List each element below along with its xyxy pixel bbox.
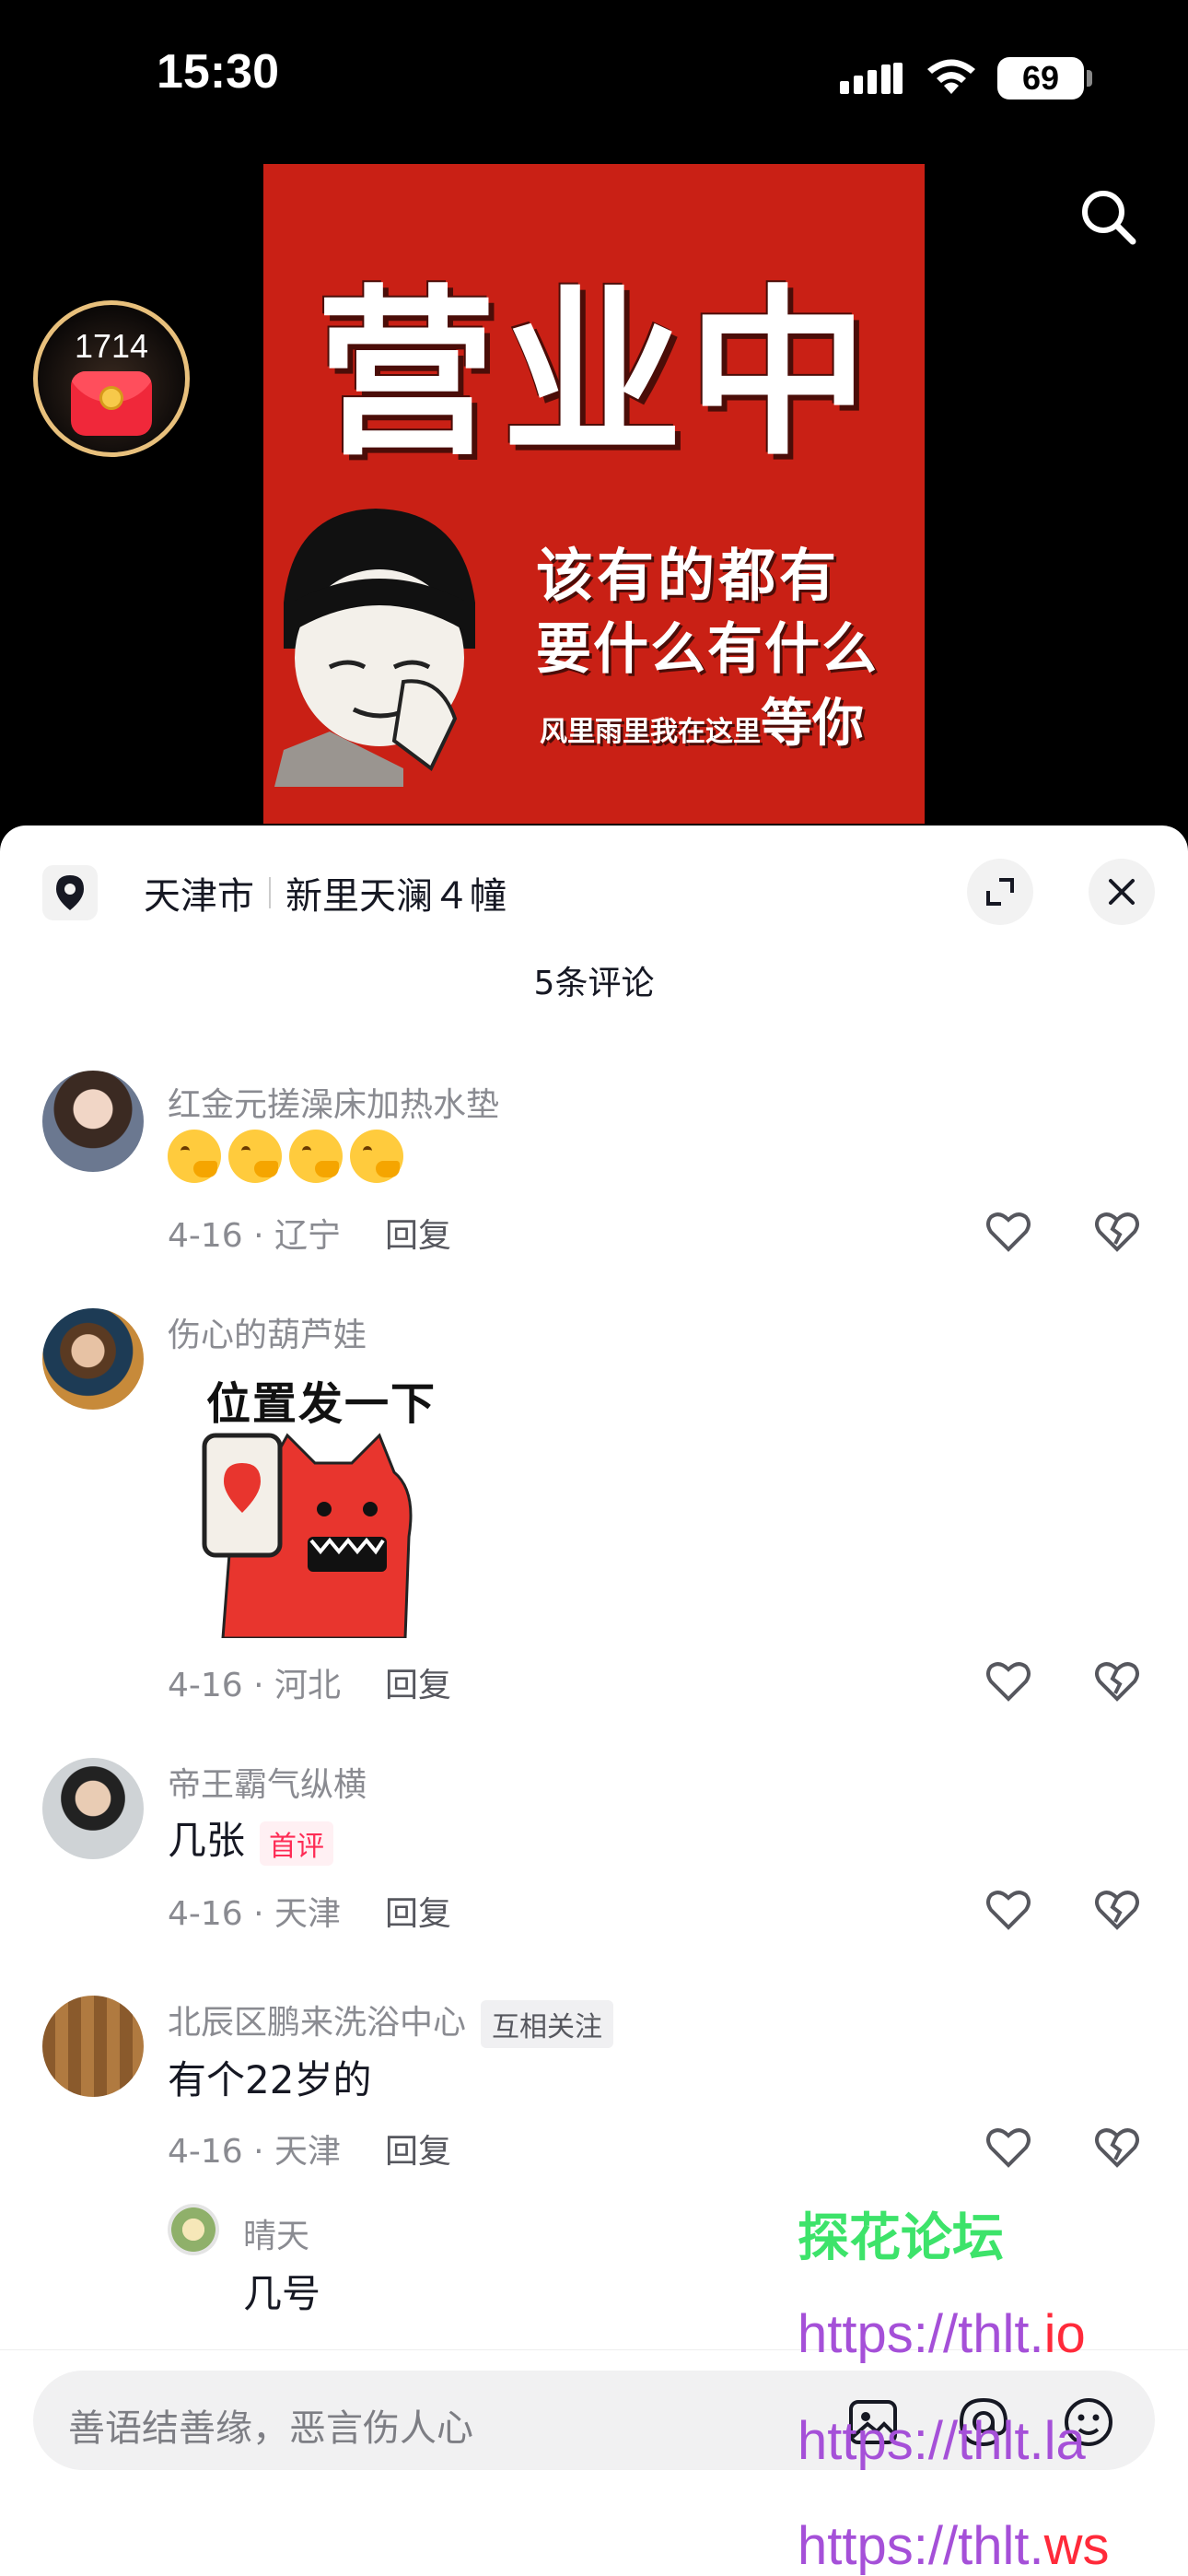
broken-heart-icon[interactable] — [1092, 1885, 1142, 1935]
heart-icon[interactable] — [984, 1207, 1033, 1257]
comment-date-location: 4-16 · 辽宁 — [168, 1217, 342, 1255]
poster-line-1: 该有的都有 — [536, 542, 841, 609]
comment-username[interactable]: 红金元搓澡床加热水垫 — [168, 1078, 499, 1126]
location-place: 新里天澜４幢 — [285, 875, 507, 918]
avatar[interactable] — [168, 2204, 219, 2255]
comment-sticker[interactable]: 位置发一下 — [168, 1362, 440, 1638]
watermark-url-2: https://thlt.la — [798, 2411, 1086, 2471]
poster-headline: 营业中 — [315, 270, 874, 480]
comment-emojis — [168, 1130, 411, 1183]
comment-username[interactable]: 帝王霸气纵横 — [168, 1758, 367, 1806]
location-divider — [269, 877, 271, 908]
poster-line-3-small: 风里雨里我在这里 — [540, 716, 761, 748]
location-pin-icon — [42, 865, 98, 920]
comment-item: 帝王霸气纵横 几张 首评 4-16 · 天津 回复 — [0, 1758, 1188, 1961]
sub-reply-text: 几号 — [243, 2271, 321, 2316]
comment-date-location: 4-16 · 天津 — [168, 2133, 342, 2171]
wifi-icon — [927, 59, 975, 94]
poster-line-2: 要什么有什么 — [536, 617, 879, 682]
broken-heart-icon[interactable] — [1092, 1207, 1142, 1257]
reply-button[interactable]: 回复 — [385, 1658, 451, 1706]
comment-item: 红金元搓澡床加热水垫 4-16 · 辽宁 回复 — [0, 1071, 1188, 1292]
red-packet-widget[interactable]: 1714 — [33, 300, 190, 457]
reply-button[interactable]: 回复 — [385, 2125, 451, 2172]
comment-username[interactable]: 北辰区鹏来洗浴中心 — [168, 2004, 466, 2042]
close-button[interactable] — [1089, 859, 1155, 925]
red-packet-count: 1714 — [74, 327, 149, 365]
status-time: 15:30 — [157, 45, 279, 99]
poster-line-3: 风里雨里我在这里等你 — [540, 682, 864, 756]
location-row[interactable]: 天津市 新里天澜４幢 — [42, 864, 507, 921]
search-icon[interactable] — [1076, 184, 1142, 251]
watermark-url-1: https://thlt.io — [798, 2304, 1086, 2364]
expand-icon — [986, 878, 1014, 906]
red-envelope-icon — [71, 371, 152, 436]
comment-username-row: 北辰区鹏来洗浴中心 互相关注 — [168, 1996, 614, 2048]
heart-icon[interactable] — [984, 1657, 1033, 1706]
watermark-url-3: https://thlt.ws — [798, 2516, 1110, 2576]
comment-input-placeholder: 善语结善缘，恶言伤人心 — [68, 2407, 473, 2450]
comment-username[interactable]: 伤心的葫芦娃 — [168, 1308, 367, 1356]
comment-text-row: 几张 首评 — [168, 1809, 334, 1866]
mutual-follow-badge: 互相关注 — [481, 2000, 614, 2048]
comment-text: 有个22岁的 — [168, 2057, 372, 2102]
reply-button[interactable]: 回复 — [385, 1887, 451, 1935]
poster-line-3-big: 等你 — [761, 694, 864, 754]
heart-icon[interactable] — [984, 2123, 1033, 2172]
red-monster-sticker-illustration — [202, 1433, 413, 1638]
thinking-emoji-icon — [168, 1130, 221, 1183]
comment-count: 5条评论 — [533, 965, 655, 1002]
close-icon — [1109, 879, 1135, 905]
comment-item: 伤心的葫芦娃 位置发一下 4-16 · 河北 回复 — [0, 1308, 1188, 1714]
sub-reply-username[interactable]: 晴天 — [243, 2209, 309, 2257]
broken-heart-icon[interactable] — [1092, 1657, 1142, 1706]
battery-cap — [1087, 70, 1092, 87]
post-image[interactable]: 营业中 该有的都有 要什么有什么 风里雨里我在这里等你 — [263, 164, 925, 824]
status-bar: 15:30 69 — [0, 0, 1188, 138]
thinking-emoji-icon — [228, 1130, 282, 1183]
reply-button[interactable]: 回复 — [385, 1209, 451, 1257]
avatar[interactable] — [42, 1308, 144, 1410]
watermark-title: 探花论坛 — [798, 2208, 1004, 2268]
avatar[interactable] — [42, 1996, 144, 2097]
first-comment-badge: 首评 — [260, 1821, 334, 1866]
meme-face-illustration — [274, 509, 475, 787]
location-city: 天津市 — [144, 875, 254, 918]
avatar[interactable] — [42, 1758, 144, 1859]
comment-item: 北辰区鹏来洗浴中心 互相关注 有个22岁的 4-16 · 天津 回复 — [0, 1996, 1188, 2189]
comment-text: 几张 — [168, 1818, 246, 1863]
expand-button[interactable] — [967, 859, 1033, 925]
cellular-signal-icon — [840, 63, 903, 94]
heart-icon[interactable] — [984, 1885, 1033, 1935]
avatar[interactable] — [42, 1071, 144, 1172]
thinking-emoji-icon — [289, 1130, 343, 1183]
broken-heart-icon[interactable] — [1092, 2123, 1142, 2172]
battery-indicator: 69 — [997, 57, 1084, 100]
comment-date-location: 4-16 · 河北 — [168, 1667, 342, 1704]
comment-date-location: 4-16 · 天津 — [168, 1895, 342, 1933]
thinking-emoji-icon — [350, 1130, 403, 1183]
